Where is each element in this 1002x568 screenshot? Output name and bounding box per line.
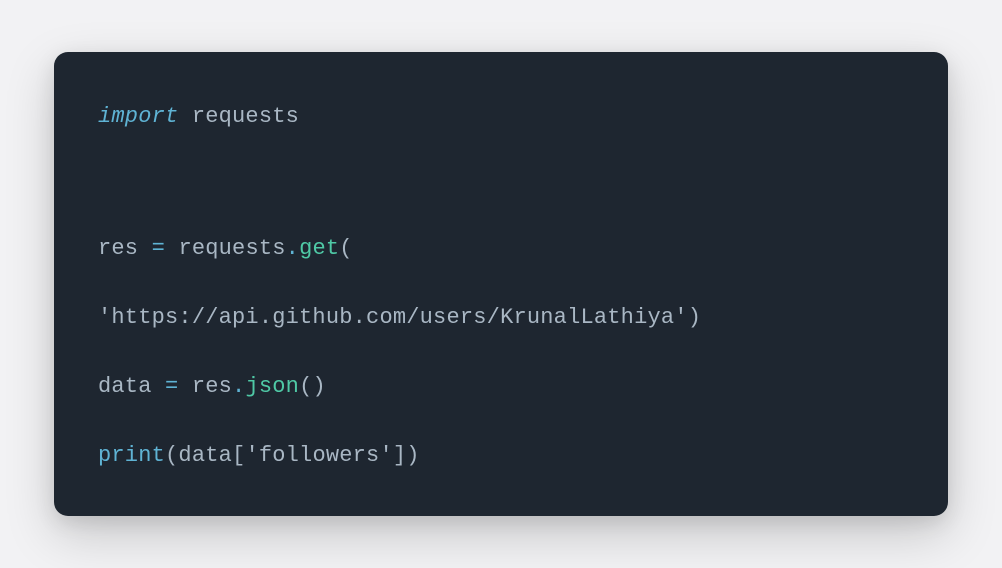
blank-line — [98, 334, 904, 370]
object: res — [192, 374, 232, 399]
method-get: get — [299, 236, 339, 261]
dot: . — [232, 374, 245, 399]
code-line-1: import requests — [98, 100, 904, 133]
paren-open: ( — [165, 443, 178, 468]
bracket-close: ] — [393, 443, 406, 468]
keyword-import: import — [98, 104, 178, 129]
space — [152, 374, 165, 399]
paren-open: ( — [339, 236, 352, 261]
space — [178, 374, 191, 399]
code-line-5: print(data['followers']) — [98, 439, 904, 472]
space — [138, 236, 151, 261]
code-block: import requests res = requests.get( 'htt… — [54, 52, 948, 516]
module-name: requests — [192, 104, 299, 129]
object: requests — [178, 236, 285, 261]
code-line-4: data = res.json() — [98, 370, 904, 403]
space — [178, 104, 191, 129]
blank-line — [98, 403, 904, 439]
operator-equals: = — [165, 374, 178, 399]
bracket-open: [ — [232, 443, 245, 468]
paren-close: ) — [688, 305, 701, 330]
variable: data — [98, 374, 152, 399]
blank-line — [98, 199, 904, 232]
code-line-3: 'https://api.github.com/users/KrunalLath… — [98, 301, 904, 334]
dot: . — [286, 236, 299, 261]
string-url: 'https://api.github.com/users/KrunalLath… — [98, 305, 688, 330]
method-json: json — [245, 374, 299, 399]
operator-equals: = — [152, 236, 165, 261]
string-key: 'followers' — [245, 443, 392, 468]
paren-close: ) — [312, 374, 325, 399]
builtin-print: print — [98, 443, 165, 468]
paren-open: ( — [299, 374, 312, 399]
variable: res — [98, 236, 138, 261]
blank-line — [98, 265, 904, 301]
variable: data — [178, 443, 232, 468]
paren-close: ) — [406, 443, 419, 468]
blank-line — [98, 133, 904, 166]
code-line-2: res = requests.get( — [98, 232, 904, 265]
space — [165, 236, 178, 261]
blank-line — [98, 166, 904, 199]
